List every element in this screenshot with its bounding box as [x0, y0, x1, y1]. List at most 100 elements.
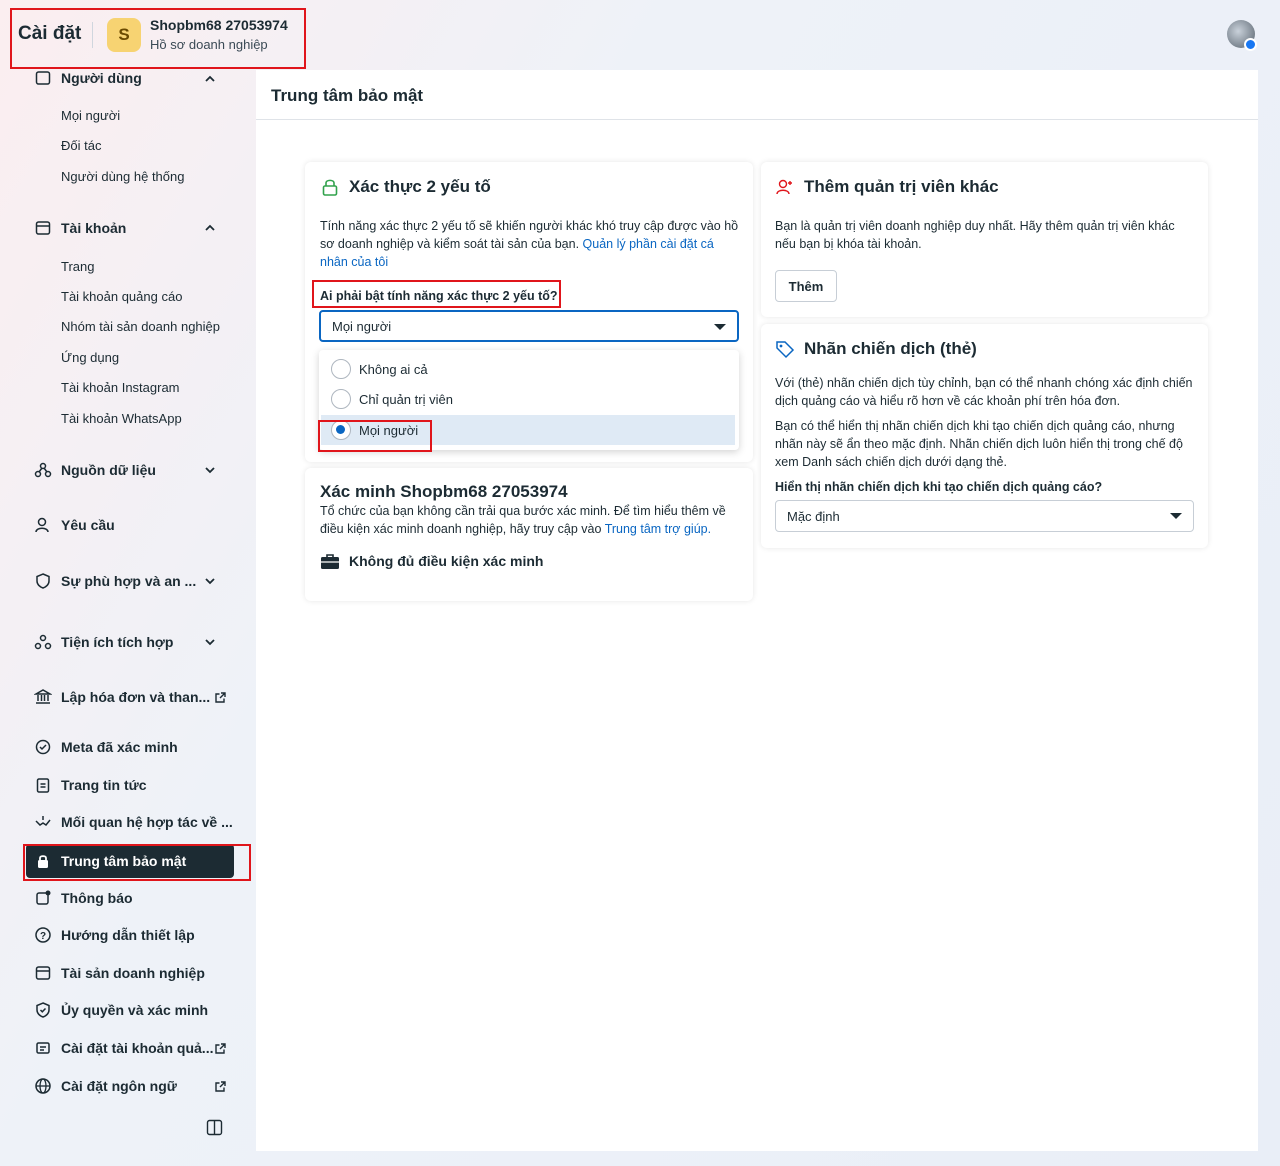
chevron-down-icon[interactable]: [203, 463, 217, 477]
two-factor-title: Xác thực 2 yếu tố: [320, 177, 491, 197]
option-no-one[interactable]: Không ai cả: [321, 354, 735, 384]
collapse-sidebar-icon[interactable]: [206, 1119, 223, 1136]
data-sources-icon: [34, 461, 52, 479]
radio-button[interactable]: [331, 389, 351, 409]
briefcase-icon: [34, 964, 52, 982]
sidebar-item-requests[interactable]: Yêu cầu: [34, 513, 115, 537]
sidebar-item-label: Nguồn dữ liệu: [61, 462, 156, 478]
sidebar-item-label: Sự phù hợp và an ...: [61, 573, 197, 589]
sidebar-subitem-whatsapp[interactable]: Tài khoản WhatsApp: [61, 411, 182, 426]
add-admin-button[interactable]: Thêm: [775, 270, 837, 302]
sidebar-item-label: Meta đã xác minh: [61, 739, 178, 755]
verified-badge-icon: [34, 738, 52, 756]
sidebar-subitem-ad-accounts[interactable]: Tài khoản quảng cáo: [61, 289, 182, 304]
sidebar-item-label: Thông báo: [61, 890, 133, 906]
sidebar-item-notifications[interactable]: Thông báo: [34, 886, 133, 910]
top-header: Cài đặt S Shopbm68 27053974 Hồ sơ doanh …: [0, 0, 1280, 70]
add-person-icon: [775, 177, 795, 197]
sidebar-item-label: Yêu cầu: [61, 517, 115, 533]
sidebar-item-label: Hướng dẫn thiết lập: [61, 927, 195, 943]
handshake-icon: [34, 813, 52, 831]
notification-icon: [34, 889, 52, 907]
main-title: Trung tâm bảo mật: [256, 70, 1258, 120]
everyone-option-highlight: [318, 420, 432, 452]
shield-check-icon: [34, 1001, 52, 1019]
sidebar-item-label: Trang tin tức: [61, 777, 147, 793]
admins-card: Thêm quản trị viên khác Bạn là quản trị …: [761, 162, 1208, 317]
admins-description: Bạn là quản trị viên doanh nghiệp duy nh…: [775, 219, 1175, 251]
chevron-down-icon[interactable]: [203, 635, 217, 649]
sidebar-item-language-settings[interactable]: Cài đặt ngôn ngữ: [34, 1074, 177, 1098]
two-factor-select[interactable]: Mọi người: [319, 310, 739, 342]
bank-icon: [34, 688, 52, 706]
external-link-icon[interactable]: [214, 1042, 227, 1055]
sidebar-subitem-partners[interactable]: Đối tác: [61, 138, 101, 153]
sidebar-item-partner-relations[interactable]: Mối quan hệ hợp tác về ...: [34, 810, 233, 834]
radio-button[interactable]: [331, 359, 351, 379]
sidebar-subitem-pages[interactable]: Trang: [61, 259, 94, 274]
sidebar-item-label: Cài đặt ngôn ngữ: [61, 1078, 177, 1094]
sidebar-item-authorization[interactable]: Ủy quyền và xác minh: [34, 998, 208, 1022]
sidebar-item-setup-guide[interactable]: ? Hướng dẫn thiết lập: [34, 923, 195, 947]
facebook-badge-icon: [1244, 38, 1257, 51]
campaign-tags-title: Nhãn chiến dịch (thẻ): [775, 339, 977, 359]
sidebar-item-label: Mối quan hệ hợp tác về ...: [61, 814, 233, 830]
sidebar-item-label: Ủy quyền và xác minh: [61, 1002, 209, 1018]
two-factor-description: Tính năng xác thực 2 yếu tố sẽ khiến ngư…: [320, 219, 739, 269]
sidebar-item-news-page[interactable]: Trang tin tức: [34, 773, 147, 797]
security-center-highlight: [23, 844, 251, 881]
chevron-up-icon[interactable]: [203, 72, 217, 86]
sidebar-item-integrations[interactable]: Tiện ích tích hợp: [34, 630, 173, 654]
sidebar-item-accounts[interactable]: Tài khoản: [34, 216, 126, 240]
caret-down-icon: [1170, 513, 1182, 519]
sidebar-item-business-assets[interactable]: Tài sản doanh nghiệp: [34, 961, 205, 985]
campaign-tags-select[interactable]: Mặc định: [775, 500, 1194, 532]
question-highlight: [312, 280, 561, 308]
sidebar-subitem-instagram[interactable]: Tài khoản Instagram: [61, 380, 180, 395]
help-center-link[interactable]: Trung tâm trợ giúp.: [605, 522, 711, 536]
sidebar-item-compliance[interactable]: Sự phù hợp và an ...: [34, 569, 196, 593]
sidebar-item-data-sources[interactable]: Nguồn dữ liệu: [34, 458, 156, 482]
tag-icon: [775, 339, 795, 359]
sidebar: Người dùng Mọi người Đối tác Người dùng …: [0, 70, 256, 1166]
sidebar-subitem-people[interactable]: Mọi người: [61, 108, 120, 123]
sidebar-subitem-asset-groups[interactable]: Nhóm tài sản doanh nghiệp: [61, 319, 220, 334]
sidebar-subitem-system-users[interactable]: Người dùng hệ thống: [61, 169, 184, 184]
campaign-tags-question: Hiển thị nhãn chiến dịch khi tạo chiến d…: [775, 480, 1103, 494]
sidebar-item-label: Lập hóa đơn và than...: [61, 689, 211, 705]
chevron-up-icon[interactable]: [203, 221, 217, 235]
clipboard-icon: [34, 776, 52, 794]
caret-down-icon: [714, 324, 726, 330]
briefcase-icon: [320, 552, 340, 570]
svg-text:?: ?: [40, 931, 46, 942]
person-request-icon: [34, 516, 52, 534]
sidebar-item-label: Tiện ích tích hợp: [61, 634, 174, 650]
campaign-tags-description-2: Bạn có thể hiển thị nhãn chiến dịch khi …: [775, 419, 1183, 469]
sidebar-item-billing[interactable]: Lập hóa đơn và than...: [34, 685, 210, 709]
ad-settings-icon: [34, 1039, 52, 1057]
shield-icon: [34, 572, 52, 590]
globe-icon: [34, 1077, 52, 1095]
accounts-icon: [34, 219, 52, 237]
sidebar-item-users[interactable]: Người dùng: [34, 70, 142, 90]
users-icon: [34, 70, 52, 87]
verification-card: Xác minh Shopbm68 27053974 Tổ chức của b…: [305, 468, 753, 601]
external-link-icon[interactable]: [214, 1080, 227, 1093]
sidebar-subitem-apps[interactable]: Ứng dụng: [61, 350, 119, 365]
admins-title: Thêm quản trị viên khác: [775, 177, 999, 197]
sidebar-item-meta-verified[interactable]: Meta đã xác minh: [34, 735, 178, 759]
sidebar-item-label: Người dùng: [61, 70, 142, 86]
sidebar-item-ad-account-settings[interactable]: Cài đặt tài khoản quả...: [34, 1036, 213, 1060]
sidebar-item-label: Tài sản doanh nghiệp: [61, 965, 205, 981]
help-icon: ?: [34, 926, 52, 944]
external-link-icon[interactable]: [214, 691, 227, 704]
lock-icon: [320, 177, 340, 197]
main-panel: Trung tâm bảo mật Xác thực 2 yếu tố Tính…: [256, 70, 1258, 1151]
sidebar-item-label: Tài khoản: [61, 220, 127, 236]
option-admins-only[interactable]: Chỉ quản trị viên: [321, 384, 735, 414]
integrations-icon: [34, 633, 52, 651]
campaign-tags-description-1: Với (thẻ) nhãn chiến dịch tùy chỉnh, bạn…: [775, 376, 1193, 408]
campaign-tags-card: Nhãn chiến dịch (thẻ) Với (thẻ) nhãn chi…: [761, 324, 1208, 548]
business-switcher-highlight: [10, 8, 306, 69]
chevron-down-icon[interactable]: [203, 574, 217, 588]
